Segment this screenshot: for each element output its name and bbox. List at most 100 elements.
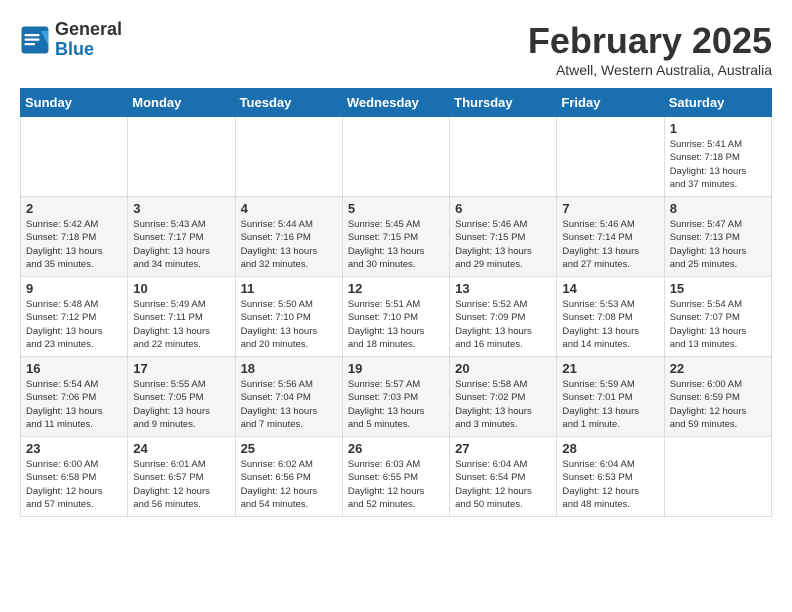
day-info: Sunrise: 5:56 AM Sunset: 7:04 PM Dayligh… bbox=[241, 378, 337, 431]
day-number: 26 bbox=[348, 441, 444, 456]
day-number: 9 bbox=[26, 281, 122, 296]
day-cell: 7 Sunrise: 5:46 AM Sunset: 7:14 PM Daylig… bbox=[557, 197, 664, 277]
day-cell: 2 Sunrise: 5:42 AM Sunset: 7:18 PM Daylig… bbox=[21, 197, 128, 277]
day-number: 21 bbox=[562, 361, 658, 376]
day-cell: 5Sunrise: 5:45 AM Sunset: 7:15 PM Daylig… bbox=[342, 197, 449, 277]
day-info: Sunrise: 5:57 AM Sunset: 7:03 PM Dayligh… bbox=[348, 378, 444, 431]
weekday-header-saturday: Saturday bbox=[664, 89, 771, 117]
day-info: Sunrise: 5:47 AM Sunset: 7:13 PM Dayligh… bbox=[670, 218, 766, 271]
day-cell: 19 Sunrise: 5:57 AM Sunset: 7:03 PM Dayli… bbox=[342, 357, 449, 437]
week-row-5: 23 Sunrise: 6:00 AM Sunset: 6:58 PM Dayli… bbox=[21, 437, 772, 517]
day-number: 28 bbox=[562, 441, 658, 456]
weekday-header-wednesday: Wednesday bbox=[342, 89, 449, 117]
day-number: 27 bbox=[455, 441, 551, 456]
day-number: 4 bbox=[241, 201, 337, 216]
weekday-header-friday: Friday bbox=[557, 89, 664, 117]
weekday-header-sunday: Sunday bbox=[21, 89, 128, 117]
day-info: Sunrise: 5:49 AM Sunset: 7:11 PM Dayligh… bbox=[133, 298, 229, 351]
day-info: Sunrise: 5:48 AM Sunset: 7:12 PM Dayligh… bbox=[26, 298, 122, 351]
day-number: 10 bbox=[133, 281, 229, 296]
day-cell: 17 Sunrise: 5:55 AM Sunset: 7:05 PM Dayli… bbox=[128, 357, 235, 437]
week-row-4: 16Sunrise: 5:54 AM Sunset: 7:06 PM Dayli… bbox=[21, 357, 772, 437]
day-cell: 21Sunrise: 5:59 AM Sunset: 7:01 PM Dayli… bbox=[557, 357, 664, 437]
day-cell: 8Sunrise: 5:47 AM Sunset: 7:13 PM Daylig… bbox=[664, 197, 771, 277]
day-cell bbox=[664, 437, 771, 517]
day-number: 11 bbox=[241, 281, 337, 296]
day-cell: 10 Sunrise: 5:49 AM Sunset: 7:11 PM Dayli… bbox=[128, 277, 235, 357]
day-cell: 1 Sunrise: 5:41 AM Sunset: 7:18 PM Daylig… bbox=[664, 117, 771, 197]
day-number: 6 bbox=[455, 201, 551, 216]
day-number: 25 bbox=[241, 441, 337, 456]
day-number: 14 bbox=[562, 281, 658, 296]
logo: General Blue bbox=[20, 20, 122, 60]
day-info: Sunrise: 5:50 AM Sunset: 7:10 PM Dayligh… bbox=[241, 298, 337, 351]
month-title: February 2025 bbox=[528, 20, 772, 62]
logo-icon bbox=[20, 25, 50, 55]
location-title: Atwell, Western Australia, Australia bbox=[528, 62, 772, 78]
day-info: Sunrise: 5:43 AM Sunset: 7:17 PM Dayligh… bbox=[133, 218, 229, 271]
weekday-header-tuesday: Tuesday bbox=[235, 89, 342, 117]
day-number: 1 bbox=[670, 121, 766, 136]
day-info: Sunrise: 5:54 AM Sunset: 7:06 PM Dayligh… bbox=[26, 378, 122, 431]
day-info: Sunrise: 6:04 AM Sunset: 6:53 PM Dayligh… bbox=[562, 458, 658, 511]
day-info: Sunrise: 5:53 AM Sunset: 7:08 PM Dayligh… bbox=[562, 298, 658, 351]
weekday-header-monday: Monday bbox=[128, 89, 235, 117]
day-cell bbox=[450, 117, 557, 197]
day-cell: 3 Sunrise: 5:43 AM Sunset: 7:17 PM Daylig… bbox=[128, 197, 235, 277]
day-cell: 13Sunrise: 5:52 AM Sunset: 7:09 PM Dayli… bbox=[450, 277, 557, 357]
day-info: Sunrise: 5:55 AM Sunset: 7:05 PM Dayligh… bbox=[133, 378, 229, 431]
day-info: Sunrise: 6:00 AM Sunset: 6:59 PM Dayligh… bbox=[670, 378, 766, 431]
day-number: 22 bbox=[670, 361, 766, 376]
logo-text: General Blue bbox=[55, 20, 122, 60]
weekday-header-row: SundayMondayTuesdayWednesdayThursdayFrid… bbox=[21, 89, 772, 117]
day-cell bbox=[235, 117, 342, 197]
day-info: Sunrise: 5:45 AM Sunset: 7:15 PM Dayligh… bbox=[348, 218, 444, 271]
day-info: Sunrise: 5:42 AM Sunset: 7:18 PM Dayligh… bbox=[26, 218, 122, 271]
day-cell: 18Sunrise: 5:56 AM Sunset: 7:04 PM Dayli… bbox=[235, 357, 342, 437]
day-cell: 16Sunrise: 5:54 AM Sunset: 7:06 PM Dayli… bbox=[21, 357, 128, 437]
day-number: 20 bbox=[455, 361, 551, 376]
day-cell: 11 Sunrise: 5:50 AM Sunset: 7:10 PM Dayli… bbox=[235, 277, 342, 357]
day-number: 2 bbox=[26, 201, 122, 216]
day-info: Sunrise: 6:01 AM Sunset: 6:57 PM Dayligh… bbox=[133, 458, 229, 511]
day-cell: 24Sunrise: 6:01 AM Sunset: 6:57 PM Dayli… bbox=[128, 437, 235, 517]
week-row-1: 1 Sunrise: 5:41 AM Sunset: 7:18 PM Daylig… bbox=[21, 117, 772, 197]
day-number: 17 bbox=[133, 361, 229, 376]
weekday-header-thursday: Thursday bbox=[450, 89, 557, 117]
logo-blue: Blue bbox=[55, 40, 122, 60]
logo-general: General bbox=[55, 20, 122, 40]
day-info: Sunrise: 6:02 AM Sunset: 6:56 PM Dayligh… bbox=[241, 458, 337, 511]
calendar-table: SundayMondayTuesdayWednesdayThursdayFrid… bbox=[20, 88, 772, 517]
day-info: Sunrise: 5:46 AM Sunset: 7:14 PM Dayligh… bbox=[562, 218, 658, 271]
day-cell bbox=[21, 117, 128, 197]
day-number: 23 bbox=[26, 441, 122, 456]
page-header: General Blue February 2025 Atwell, Weste… bbox=[20, 20, 772, 78]
day-cell: 9 Sunrise: 5:48 AM Sunset: 7:12 PM Daylig… bbox=[21, 277, 128, 357]
day-cell: 14 Sunrise: 5:53 AM Sunset: 7:08 PM Dayli… bbox=[557, 277, 664, 357]
day-info: Sunrise: 5:46 AM Sunset: 7:15 PM Dayligh… bbox=[455, 218, 551, 271]
day-cell bbox=[342, 117, 449, 197]
day-cell: 22 Sunrise: 6:00 AM Sunset: 6:59 PM Dayli… bbox=[664, 357, 771, 437]
title-section: February 2025 Atwell, Western Australia,… bbox=[528, 20, 772, 78]
day-cell bbox=[128, 117, 235, 197]
week-row-2: 2 Sunrise: 5:42 AM Sunset: 7:18 PM Daylig… bbox=[21, 197, 772, 277]
day-info: Sunrise: 6:00 AM Sunset: 6:58 PM Dayligh… bbox=[26, 458, 122, 511]
day-cell: 26 Sunrise: 6:03 AM Sunset: 6:55 PM Dayli… bbox=[342, 437, 449, 517]
day-number: 7 bbox=[562, 201, 658, 216]
day-info: Sunrise: 6:03 AM Sunset: 6:55 PM Dayligh… bbox=[348, 458, 444, 511]
day-cell: 27Sunrise: 6:04 AM Sunset: 6:54 PM Dayli… bbox=[450, 437, 557, 517]
day-info: Sunrise: 5:54 AM Sunset: 7:07 PM Dayligh… bbox=[670, 298, 766, 351]
day-number: 15 bbox=[670, 281, 766, 296]
day-info: Sunrise: 5:44 AM Sunset: 7:16 PM Dayligh… bbox=[241, 218, 337, 271]
week-row-3: 9 Sunrise: 5:48 AM Sunset: 7:12 PM Daylig… bbox=[21, 277, 772, 357]
day-cell: 6 Sunrise: 5:46 AM Sunset: 7:15 PM Daylig… bbox=[450, 197, 557, 277]
day-cell bbox=[557, 117, 664, 197]
day-number: 3 bbox=[133, 201, 229, 216]
day-number: 19 bbox=[348, 361, 444, 376]
day-number: 12 bbox=[348, 281, 444, 296]
day-info: Sunrise: 5:52 AM Sunset: 7:09 PM Dayligh… bbox=[455, 298, 551, 351]
day-cell: 25 Sunrise: 6:02 AM Sunset: 6:56 PM Dayli… bbox=[235, 437, 342, 517]
day-cell: 20Sunrise: 5:58 AM Sunset: 7:02 PM Dayli… bbox=[450, 357, 557, 437]
day-info: Sunrise: 5:41 AM Sunset: 7:18 PM Dayligh… bbox=[670, 138, 766, 191]
day-cell: 12Sunrise: 5:51 AM Sunset: 7:10 PM Dayli… bbox=[342, 277, 449, 357]
